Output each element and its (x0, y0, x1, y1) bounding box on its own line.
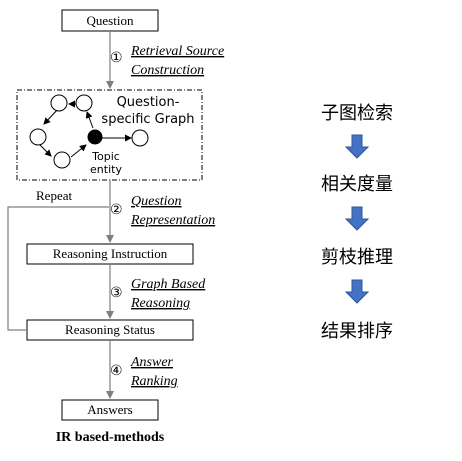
step4-number: ④ (110, 363, 123, 379)
side-step-relevance-measure: 相关度量 (321, 174, 393, 195)
step1-number: ① (110, 50, 123, 66)
topic-entity-label-line2: entity (90, 163, 122, 176)
ir-method-diagram: Question ① Retrieval Source Construction… (7, 9, 393, 445)
step4-label-line1: Answer (130, 355, 174, 370)
answers-label: Answers (87, 402, 133, 417)
graph-caption-line2: specific Graph (101, 112, 194, 127)
graph-node (53, 151, 71, 169)
topic-entity-label-line1: Topic (91, 150, 120, 163)
repeat-label: Repeat (36, 188, 72, 203)
graph-caption-line1: Question- (117, 95, 180, 110)
graph-node (50, 94, 68, 112)
side-arrow-down-icon (344, 279, 370, 304)
side-arrow-down-icon (344, 206, 370, 231)
step2-number: ② (110, 202, 123, 218)
side-step-result-ranking: 结果排序 (321, 321, 393, 342)
diagram-title: IR based-methods (56, 430, 165, 445)
question-box-label: Question (87, 13, 134, 28)
topic-entity-node (87, 129, 103, 145)
step2-label-line2: Representation (130, 213, 215, 228)
step1-label-line2: Construction (131, 63, 204, 78)
graph-node (75, 94, 93, 112)
repeat-loop-line (7, 206, 109, 331)
graph-node (29, 128, 47, 146)
side-step-pruning-reasoning: 剪枝推理 (321, 247, 393, 268)
step3-label-line2: Reasoning (130, 296, 190, 311)
side-arrow-down-icon (344, 134, 370, 159)
reasoning-instruction-label: Reasoning Instruction (53, 246, 168, 261)
step3-label-line1: Graph Based (131, 277, 206, 292)
side-step-subgraph-retrieval: 子图检索 (321, 103, 393, 124)
step4-label-line2: Ranking (130, 374, 178, 389)
step1-label-line1: Retrieval Source (130, 44, 224, 59)
step3-number: ③ (110, 285, 123, 301)
graph-node (131, 129, 149, 147)
step2-label-line1: Question (131, 194, 182, 209)
reasoning-status-label: Reasoning Status (65, 322, 155, 337)
